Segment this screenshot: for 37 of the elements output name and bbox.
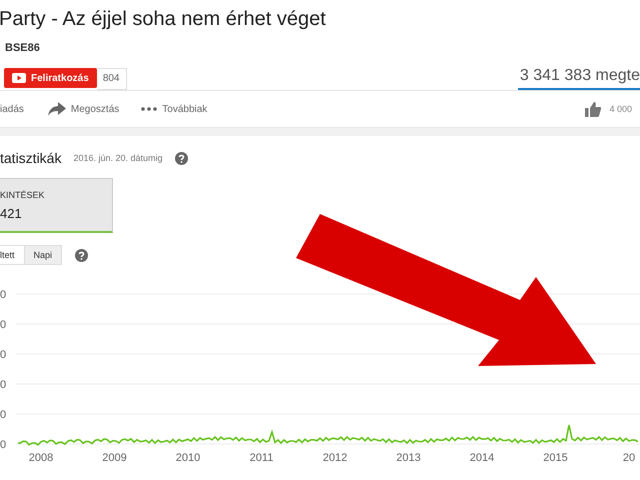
help-icon[interactable]	[75, 248, 88, 262]
x-axis-label: 2013	[396, 452, 421, 464]
range-toggle[interactable]: ltett	[0, 245, 25, 265]
action-link[interactable]: Továbbiak	[141, 104, 208, 114]
y-axis-label: 0	[0, 319, 6, 331]
metric-label: KINTÉSEK	[0, 190, 46, 200]
thumbs-up-icon[interactable]	[585, 102, 602, 116]
play-icon	[12, 73, 26, 83]
share-icon	[48, 102, 66, 116]
date-label: 2016. jún. 20. dátumig	[73, 153, 163, 163]
x-axis-label: 2012	[322, 452, 348, 464]
video-title: Party - Az éjjel soha nem érhet véget	[0, 7, 327, 32]
x-axis-label: 2014	[470, 452, 494, 464]
x-axis-label: 2009	[102, 452, 127, 464]
x-axis-label: 20	[622, 452, 636, 464]
y-axis-label: 0	[0, 349, 6, 361]
action-link[interactable]: iadás	[0, 104, 24, 114]
statistics-heading: tatisztikák	[0, 150, 62, 166]
metric-value: 421	[0, 206, 23, 220]
help-icon[interactable]	[174, 152, 188, 164]
range-toggle[interactable]: Napi	[24, 245, 62, 265]
subscriber-count: 804	[96, 68, 126, 90]
x-axis-label: 2010	[176, 452, 200, 464]
y-axis-label: 0	[0, 439, 6, 451]
channel-name[interactable]: BSE86	[5, 42, 40, 54]
like-count: 4 000	[609, 104, 632, 114]
x-axis-label: 2015	[543, 452, 568, 464]
view-count: 3 341 383 megte	[518, 67, 640, 90]
y-axis-label: 0	[0, 289, 6, 301]
metric-card[interactable]: KINTÉSEK 421	[0, 178, 113, 233]
y-axis-label: 0	[0, 379, 6, 391]
x-axis-label: 2011	[250, 452, 274, 464]
x-axis-label: 2008	[28, 452, 54, 464]
action-link[interactable]: Megosztás	[48, 102, 120, 116]
y-axis-label: 0	[0, 409, 6, 421]
subscribe-button[interactable]: Feliratkozás	[4, 68, 97, 88]
more-icon	[141, 107, 158, 111]
